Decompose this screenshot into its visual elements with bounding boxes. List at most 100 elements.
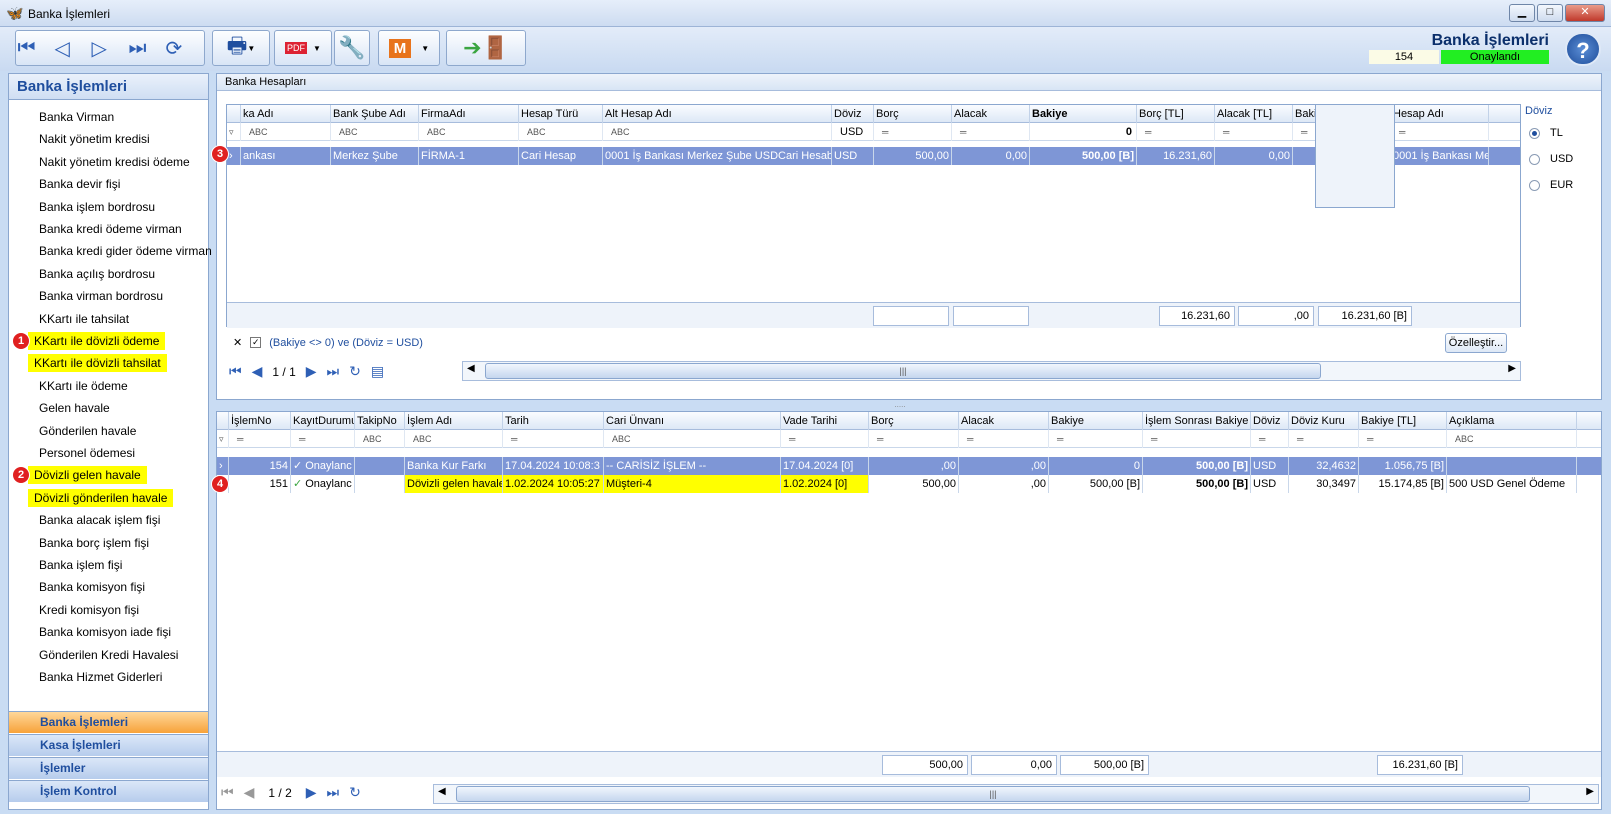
scroll-thumb[interactable]: ||| (485, 363, 1321, 379)
pdf-button[interactable]: PDF ▼ (274, 30, 332, 66)
transactions-filter-cell[interactable]: ABC (604, 430, 781, 448)
accounts-filter-cell[interactable]: ABC (519, 123, 603, 141)
refresh-icon[interactable]: ⟳ (166, 36, 203, 61)
accounts-col-header[interactable]: FirmaAdı (419, 105, 519, 123)
sidebar-item[interactable]: Gönderilen havale (33, 422, 142, 440)
transactions-filter-cell[interactable]: ═ (1289, 430, 1359, 448)
sidebar-item[interactable]: Kredi komisyon fişi (33, 601, 145, 619)
accounts-col-header[interactable]: Döviz (832, 105, 874, 123)
sidebar-item[interactable]: Banka komisyon iade fişi (33, 623, 177, 641)
filter-funnel-icon[interactable]: ▿ (227, 123, 241, 141)
pager-first-icon[interactable]: ⏮ (229, 363, 242, 380)
exit-button[interactable]: ➔🚪 (446, 30, 526, 66)
transactions-col-header[interactable]: Bakiye [TL] (1359, 412, 1447, 430)
sidebar-item[interactable]: Banka açılış bordrosu (33, 265, 161, 283)
accounts-filter-cell[interactable]: ABC (241, 123, 331, 141)
sidebar-item[interactable]: KKartı ile ödeme (33, 377, 134, 395)
sidebar-item[interactable]: Banka işlem fişi (33, 556, 128, 574)
tx-pager-first-icon[interactable]: ⏮ (221, 784, 234, 801)
currency-radio-eur[interactable] (1529, 180, 1540, 191)
sidebar-item[interactable]: Nakit yönetim kredisi ödeme (33, 153, 196, 171)
transactions-filter-cell[interactable]: ABC (1447, 430, 1577, 448)
filter-checkbox[interactable]: ✓ (250, 337, 262, 348)
accounts-col-header[interactable]: Alt Hesap Adı (603, 105, 832, 123)
transactions-col-header[interactable]: Tarih (503, 412, 604, 430)
last-record-icon[interactable]: ⏭ (129, 37, 166, 60)
transactions-col-header[interactable]: İşlemNo (229, 412, 291, 430)
accounts-col-header[interactable]: ka Adı (241, 105, 331, 123)
first-record-icon[interactable]: ⏮ (18, 37, 55, 60)
transactions-filter-cell[interactable]: ═ (229, 430, 291, 448)
scroll-left-icon[interactable]: ◀ (467, 363, 475, 374)
next-record-icon[interactable]: ▷ (92, 36, 129, 61)
sidebar-item[interactable]: Banka borç işlem fişi (33, 534, 155, 552)
sidebar-section-1[interactable]: Kasa İşlemleri (9, 734, 208, 756)
transactions-col-header[interactable]: Borç (869, 412, 959, 430)
sidebar-item[interactable]: KKartı ile dövizli tahsilat (28, 354, 167, 373)
transactions-filter-cell[interactable]: ═ (1359, 430, 1447, 448)
tx-scroll-right-icon[interactable]: ▶ (1586, 786, 1594, 797)
tx-pager-next-icon[interactable]: ▶ (306, 784, 317, 801)
sidebar-item[interactable]: Banka virman bordrosu (33, 287, 169, 305)
currency-radio-usd[interactable] (1529, 154, 1540, 165)
accounts-filter-cell[interactable]: ═ (874, 123, 952, 141)
accounts-hscrollbar[interactable]: ◀ ||| ▶ (462, 361, 1521, 381)
accounts-col-header[interactable]: Borç (874, 105, 952, 123)
sidebar-item[interactable]: Banka işlem bordrosu (33, 198, 161, 216)
tx-pager-prev-icon[interactable]: ◀ (244, 784, 255, 801)
sidebar-section-0[interactable]: Banka İşlemleri (9, 711, 208, 733)
customize-button[interactable]: Özelleştir... (1445, 333, 1507, 353)
tx-scroll-left-icon[interactable]: ◀ (438, 786, 446, 797)
transactions-col-header[interactable]: KayıtDurumu (291, 412, 355, 430)
pager-export-icon[interactable]: ▤ (371, 363, 384, 380)
sidebar-item[interactable]: Banka alacak işlem fişi (33, 511, 166, 529)
tx-pager-refresh-icon[interactable]: ↻ (349, 784, 361, 801)
pager-next-icon[interactable]: ▶ (306, 363, 317, 380)
sidebar-item[interactable]: Dövizli gönderilen havale (28, 488, 174, 507)
transactions-filter-cell[interactable]: ═ (1143, 430, 1251, 448)
transactions-filter-cell[interactable]: ═ (1049, 430, 1143, 448)
accounts-filter-cell[interactable]: ABC (603, 123, 832, 141)
sidebar-item[interactable]: Banka Hizmet Giderleri (33, 668, 168, 686)
transactions-filter-cell[interactable]: ═ (1251, 430, 1289, 448)
clear-filter-icon[interactable]: ✕ (233, 336, 242, 349)
print-button[interactable]: 🖶 ▼ (212, 30, 270, 66)
accounts-col-header[interactable]: Borç [TL] (1137, 105, 1215, 123)
sidebar-item[interactable]: Gelen havale (33, 399, 116, 417)
accounts-filter-cell[interactable]: ABC (419, 123, 519, 141)
sidebar-item[interactable]: Banka Virman (33, 108, 120, 126)
transactions-col-header[interactable]: İşlem Sonrası Bakiye (1143, 412, 1251, 430)
transactions-filter-cell[interactable]: ABC (405, 430, 503, 448)
table-row[interactable]: › 154 ✓ Onaylanc Banka Kur Farkı 17.04.2024 1… (217, 457, 1601, 475)
sidebar-item[interactable]: Banka komisyon fişi (33, 578, 151, 596)
sidebar-item[interactable]: Gönderilen Kredi Havalesi (33, 646, 184, 664)
accounts-filter-cell[interactable]: ═ (1137, 123, 1215, 141)
accounts-col-header[interactable]: Hesap Adı (1391, 105, 1489, 123)
transactions-col-header[interactable]: Vade Tarihi (781, 412, 869, 430)
sidebar-item[interactable]: Banka kredi gider ödeme virman (33, 242, 218, 260)
sidebar-section-3[interactable]: İşlem Kontrol (9, 780, 208, 802)
sidebar-item[interactable]: Dövizli gelen havale (28, 466, 147, 485)
transactions-filter-cell[interactable]: ═ (869, 430, 959, 448)
accounts-filter-cell[interactable]: ABC (331, 123, 419, 141)
transactions-filter-cell[interactable]: ═ (781, 430, 869, 448)
accounts-col-header[interactable]: Bank Şube Adı (331, 105, 419, 123)
sidebar-section-2[interactable]: İşlemler (9, 757, 208, 779)
transactions-col-header[interactable]: Açıklama (1447, 412, 1577, 430)
scroll-right-icon[interactable]: ▶ (1508, 363, 1516, 374)
tx-pager-last-icon[interactable]: ⏭ (327, 784, 340, 801)
filter-funnel-icon[interactable]: ▿ (217, 430, 229, 448)
transactions-col-header[interactable]: İşlem Adı (405, 412, 503, 430)
sidebar-item[interactable]: KKartı ile tahsilat (33, 310, 135, 328)
sidebar-item[interactable]: Banka kredi ödeme virman (33, 220, 188, 238)
accounts-filter-cell[interactable]: 0 (1030, 123, 1137, 141)
accounts-filter-cell[interactable]: ═ (952, 123, 1030, 141)
maximize-button[interactable]: □ (1537, 4, 1563, 22)
table-row[interactable]: 151 ✓ Onaylanc Dövizli gelen havale 1.02.202… (217, 475, 1601, 493)
pager-prev-icon[interactable]: ◀ (252, 363, 263, 380)
transactions-filter-cell[interactable]: ABC (355, 430, 405, 448)
transactions-col-header[interactable]: Cari Ünvanı (604, 412, 781, 430)
accounts-filter-cell[interactable]: ═ (1391, 123, 1489, 141)
transactions-col-header[interactable]: TakipNo (355, 412, 405, 430)
minimize-button[interactable]: ▁ (1509, 4, 1535, 22)
